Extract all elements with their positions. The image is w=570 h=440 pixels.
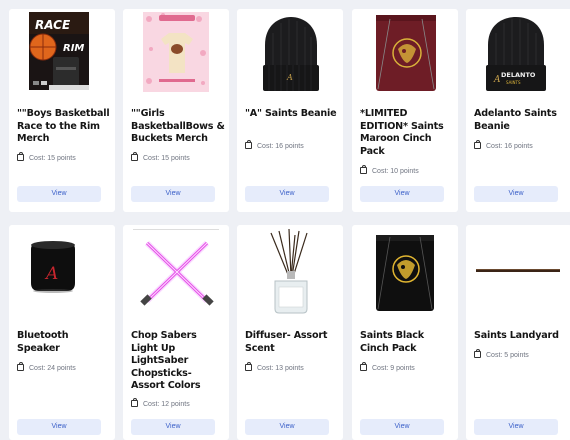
product-title: Adelanto Saints Beanie	[474, 108, 557, 132]
product-cost: Cost: 5 points	[474, 349, 529, 359]
view-button[interactable]: View	[17, 419, 101, 435]
product-title: ""Girls BasketballBows & Buckets Merch	[131, 108, 225, 145]
product-card[interactable]: RACE RIM ""Boys Basketball Race to the R…	[9, 9, 115, 212]
product-card[interactable]: DELANTO SAINTS A Adelanto Saints Beanie …	[466, 9, 570, 212]
view-button[interactable]: View	[474, 419, 558, 435]
view-button[interactable]: View	[17, 186, 101, 202]
product-title: Chop Sabers Light Up LightSaber Chopstic…	[131, 330, 201, 392]
svg-text:A: A	[44, 264, 58, 284]
product-cost: Cost: 24 points	[17, 362, 76, 372]
view-button[interactable]: View	[131, 186, 215, 202]
bag-icon	[474, 140, 481, 149]
product-card[interactable]: Saints Black Cinch Pack Cost: 9 points V…	[352, 225, 458, 440]
product-card[interactable]: A Bluetooth Speaker Cost: 24 points View	[9, 225, 115, 440]
view-button[interactable]: View	[245, 186, 329, 202]
product-image	[476, 269, 560, 272]
product-title: Saints Landyard	[474, 330, 559, 341]
product-title: Saints Black Cinch Pack	[360, 330, 424, 354]
product-cost: Cost: 16 points	[245, 140, 304, 150]
product-image	[376, 235, 434, 311]
bag-icon	[474, 349, 481, 358]
product-card[interactable]: Diffuser- Assort Scent Cost: 13 points V…	[237, 225, 343, 440]
view-button[interactable]: View	[245, 419, 329, 435]
product-cost: Cost: 16 points	[474, 140, 533, 150]
product-image	[143, 12, 209, 92]
view-button[interactable]: View	[360, 419, 444, 435]
product-card[interactable]: *LIMITED EDITION* Saints Maroon Cinch Pa…	[352, 9, 458, 212]
bag-icon	[131, 152, 138, 161]
svg-text:A: A	[493, 75, 501, 85]
product-cost: Cost: 15 points	[17, 152, 76, 162]
product-cost: Cost: 13 points	[245, 362, 304, 372]
bag-icon	[360, 165, 367, 174]
product-image: A	[263, 17, 319, 91]
bag-icon	[17, 362, 24, 371]
product-image: A	[31, 241, 75, 293]
product-card[interactable]: Saints Landyard Cost: 5 points View	[466, 225, 570, 440]
image-text-delanto: DELANTO	[501, 71, 536, 79]
bag-icon	[17, 152, 24, 161]
bag-icon	[360, 362, 367, 371]
view-button[interactable]: View	[131, 419, 215, 435]
product-image	[270, 228, 308, 314]
product-image: RACE RIM	[29, 12, 89, 90]
image-text-saints: SAINTS	[506, 80, 521, 85]
image-text-rim: RIM	[63, 43, 84, 54]
view-button[interactable]: View	[360, 186, 444, 202]
product-card[interactable]: Chop Sabers Light Up LightSaber Chopstic…	[123, 225, 229, 440]
product-cost: Cost: 10 points	[360, 165, 419, 175]
image-text-race: RACE	[35, 18, 71, 32]
product-title: ""Boys Basketball Race to the Rim Merch	[17, 108, 110, 145]
product-title: Bluetooth Speaker	[17, 330, 69, 354]
bag-icon	[245, 362, 252, 371]
product-image	[376, 15, 436, 91]
product-title: Diffuser- Assort Scent	[245, 330, 328, 354]
product-card[interactable]: A "A" Saints Beanie Cost: 16 points View	[237, 9, 343, 212]
product-cost: Cost: 12 points	[131, 398, 190, 408]
svg-text:A: A	[286, 73, 293, 82]
bag-icon	[131, 398, 138, 407]
product-title: "A" Saints Beanie	[245, 108, 337, 119]
product-image	[133, 229, 219, 306]
product-card[interactable]: ""Girls BasketballBows & Buckets Merch C…	[123, 9, 229, 212]
product-cost: Cost: 15 points	[131, 152, 190, 162]
product-cost: Cost: 9 points	[360, 362, 415, 372]
bag-icon	[245, 140, 252, 149]
product-image: DELANTO SAINTS A	[486, 17, 546, 91]
view-button[interactable]: View	[474, 186, 558, 202]
product-title: *LIMITED EDITION* Saints Maroon Cinch Pa…	[360, 108, 444, 157]
